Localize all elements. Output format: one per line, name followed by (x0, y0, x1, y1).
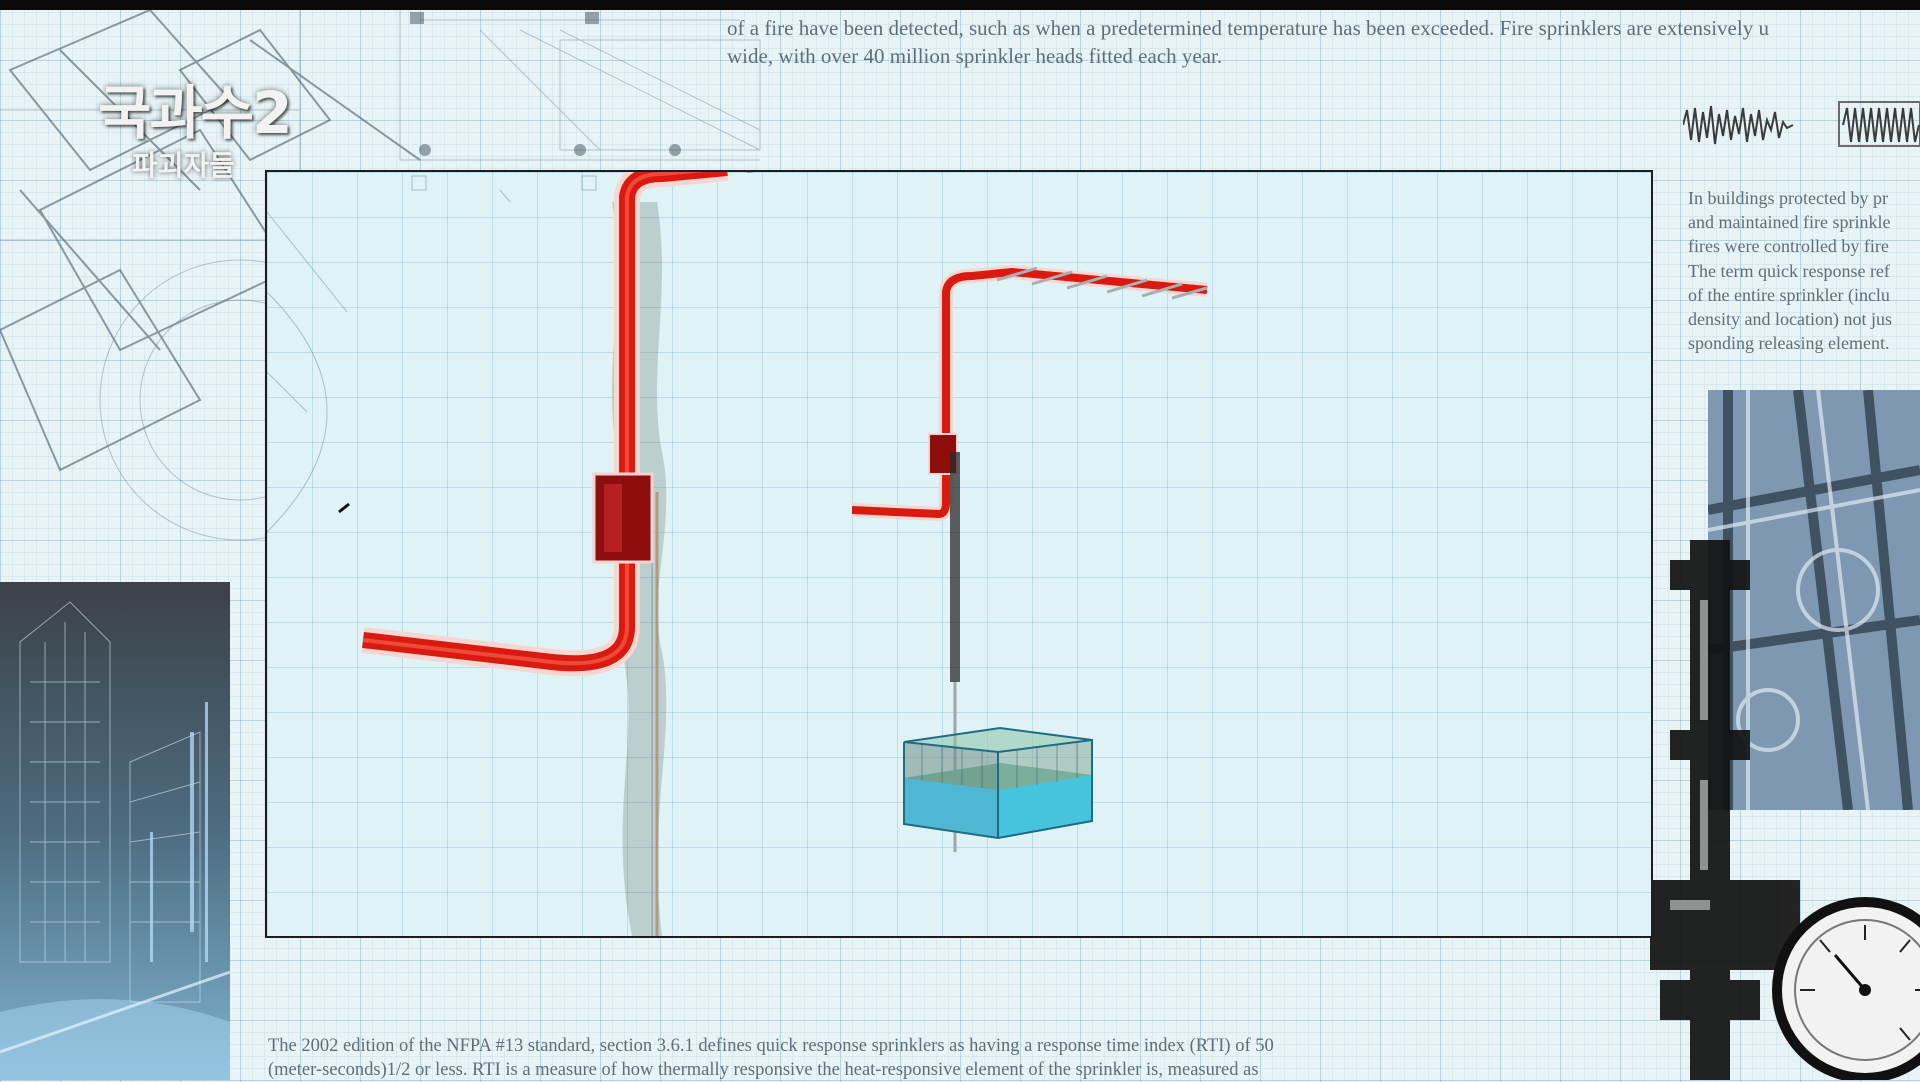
waveform-icon (1683, 101, 1920, 147)
valve-illustration (1650, 540, 1920, 1080)
top-paragraph: of a fire have been detected, such as wh… (727, 14, 1920, 70)
right-line-3: fires were controlled by fire (1688, 236, 1889, 257)
top-line-1: of a fire have been detected, such as wh… (727, 16, 1769, 40)
water-tank (903, 726, 1093, 840)
logo-title: 국과수2 (98, 79, 292, 147)
right-paragraph: In buildings protected by pr and maintai… (1688, 186, 1920, 355)
bottom-paragraph: The 2002 edition of the NFPA #13 standar… (268, 1034, 1408, 1082)
sprinkler-diagram (267, 172, 1208, 936)
city-photo (0, 582, 230, 1080)
right-line-1: In buildings protected by pr (1688, 188, 1888, 208)
right-line-2: and maintained fire sprinkle (1688, 212, 1891, 233)
broadcast-logo: 국과수2 파괴자들 (98, 66, 308, 184)
top-black-bar (0, 0, 1920, 10)
bottom-line-2: (meter-seconds)1/2 or less. RTI is a mea… (268, 1060, 1259, 1080)
top-line-2: wide, with over 40 million sprinkler hea… (727, 44, 1223, 68)
right-line-6: density and location) not jus (1688, 309, 1892, 330)
right-line-7: sponding releasing element. (1688, 333, 1890, 354)
sprinkler-diagram-frame (265, 170, 1653, 938)
right-line-4: The term quick response ref (1688, 260, 1890, 281)
right-line-5: of the entire sprinkler (inclu (1688, 284, 1890, 305)
bottom-line-1: The 2002 edition of the NFPA #13 standar… (268, 1036, 1274, 1056)
right-sprinkler-pipe (851, 265, 1208, 521)
left-riser-pipe (361, 172, 755, 677)
pressure-gauge-icon (1772, 897, 1920, 1080)
